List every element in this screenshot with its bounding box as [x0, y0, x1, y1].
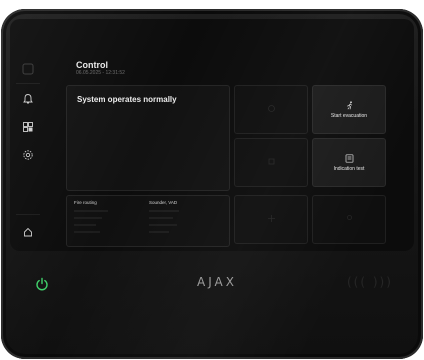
faded-tile-icon: [267, 214, 276, 223]
control-panel-device: Control 06.05.2025 - 12:31:52 System ope…: [1, 9, 423, 359]
info-panel: Fire routing Sounder, VAD: [66, 195, 230, 247]
lock-icon[interactable]: [18, 222, 38, 242]
settings-gear-icon[interactable]: [18, 145, 38, 165]
info-placeholder-line: [149, 217, 173, 219]
system-status-panel: System operates normally: [66, 85, 230, 191]
tile-faded: [234, 85, 308, 134]
info-placeholder-line: [74, 217, 102, 219]
info-placeholder-line: [149, 224, 177, 226]
sidebar: [10, 19, 46, 251]
info-placeholder-line: [149, 210, 179, 212]
devices-grid-icon[interactable]: [18, 117, 38, 137]
power-icon[interactable]: [35, 277, 49, 291]
start-evacuation-label: Start evacuation: [330, 112, 368, 119]
info-placeholder-line: [74, 224, 96, 226]
indication-test-icon: [345, 153, 354, 163]
tile-faded: [234, 138, 308, 187]
system-status-text: System operates normally: [77, 95, 177, 104]
fire-routing-title: Fire routing: [74, 200, 97, 205]
touch-screen: Control 06.05.2025 - 12:31:52 System ope…: [10, 19, 414, 251]
faded-tile-icon: [267, 157, 276, 166]
sidebar-divider: [16, 83, 40, 84]
notifications-bell-icon[interactable]: [18, 89, 38, 109]
sounder-vad-title: Sounder, VAD: [149, 200, 178, 205]
faded-tile-icon: [345, 214, 354, 223]
ajax-logo: AJAX: [197, 275, 237, 289]
indication-test-label: Indication test: [333, 165, 365, 172]
info-placeholder-line: [74, 231, 100, 233]
running-person-icon: [345, 100, 354, 110]
indication-test-button[interactable]: Indication test: [312, 138, 386, 187]
info-placeholder-line: [149, 231, 169, 233]
card-reader-icon: ((( ))): [347, 275, 393, 289]
tile-faded: [312, 195, 386, 244]
tile-faded: [234, 195, 308, 244]
timestamp: 06.05.2025 - 12:31:52: [76, 70, 125, 76]
menu-icon: [18, 59, 38, 79]
page-title: Control: [76, 60, 108, 70]
sidebar-divider: [16, 214, 40, 215]
faded-tile-icon: [267, 104, 276, 113]
info-placeholder-line: [74, 210, 108, 212]
start-evacuation-button[interactable]: Start evacuation: [312, 85, 386, 134]
